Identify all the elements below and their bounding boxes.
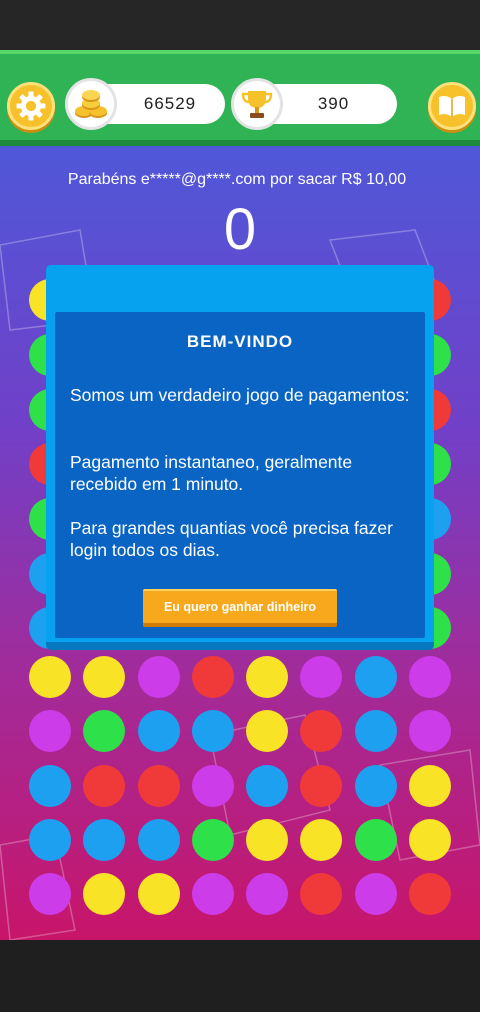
- status-bar: [0, 0, 480, 50]
- game-dot[interactable]: [300, 765, 342, 811]
- settings-gear-icon[interactable]: [7, 82, 55, 130]
- game-dot[interactable]: [29, 765, 71, 811]
- game-dot[interactable]: [83, 765, 125, 811]
- game-dot[interactable]: [83, 710, 125, 756]
- game-dot[interactable]: [300, 656, 342, 702]
- trophy-value: 390: [317, 94, 350, 113]
- game-dot[interactable]: [29, 873, 71, 919]
- game-dot[interactable]: [355, 873, 397, 919]
- game-dot[interactable]: [355, 819, 397, 865]
- game-dot[interactable]: [29, 819, 71, 865]
- game-dot[interactable]: [300, 710, 342, 756]
- dialog-paragraph: Pagamento instantaneo, geralmente recebi…: [70, 452, 353, 494]
- score: 0: [223, 197, 257, 262]
- game-dot[interactable]: [83, 873, 125, 919]
- game-dot[interactable]: [138, 873, 180, 919]
- game-dot[interactable]: [29, 656, 71, 702]
- game-dot[interactable]: [192, 710, 234, 756]
- navigation-bar: [0, 940, 480, 1012]
- book-icon[interactable]: [428, 82, 476, 130]
- earn-money-button[interactable]: Eu quero ganhar dinheiro: [143, 589, 337, 627]
- coins-value: 66529: [143, 94, 197, 113]
- game-dot[interactable]: [246, 765, 288, 811]
- trophy-icon: [231, 78, 283, 130]
- game-dot[interactable]: [192, 765, 234, 811]
- game-dot[interactable]: [138, 819, 180, 865]
- dialog-paragraph: Somos um verdadeiro jogo de pagamentos:: [70, 385, 410, 405]
- game-dot[interactable]: [83, 656, 125, 702]
- gear-icon: [16, 91, 46, 121]
- game-dot[interactable]: [246, 873, 288, 919]
- game-dot[interactable]: [300, 873, 342, 919]
- game-dot[interactable]: [192, 819, 234, 865]
- dialog-title: BEM-VINDO: [186, 332, 294, 351]
- game-dot[interactable]: [29, 710, 71, 756]
- coins-icon: [65, 78, 117, 130]
- game-dot[interactable]: [246, 656, 288, 702]
- dialog-paragraph: Para grandes quantias você precisa fazer…: [70, 518, 393, 560]
- game-dot[interactable]: [409, 819, 451, 865]
- game-dot[interactable]: [355, 765, 397, 811]
- welcome-dialog: BEM-VINDO Somos um verdadeiro jogo de pa…: [46, 265, 434, 650]
- game-dot[interactable]: [409, 656, 451, 702]
- game-dot[interactable]: [355, 710, 397, 756]
- game-dot[interactable]: [409, 765, 451, 811]
- game-dot[interactable]: [409, 873, 451, 919]
- game-screen: 66529 390 Parabéns e*****@g****.com por …: [0, 0, 480, 1012]
- game-dot[interactable]: [192, 873, 234, 919]
- game-dot[interactable]: [246, 710, 288, 756]
- open-book-icon: [439, 95, 465, 117]
- game-dot[interactable]: [192, 656, 234, 702]
- game-dot[interactable]: [138, 710, 180, 756]
- payout-message: Parabéns e*****@g****.com por sacar R$ 1…: [67, 171, 407, 188]
- game-dot[interactable]: [355, 656, 397, 702]
- game-dot[interactable]: [83, 819, 125, 865]
- game-dot[interactable]: [409, 710, 451, 756]
- game-dot[interactable]: [138, 765, 180, 811]
- game-dot[interactable]: [246, 819, 288, 865]
- game-dot[interactable]: [138, 656, 180, 702]
- top-bar: 66529 390: [0, 50, 480, 146]
- game-dot[interactable]: [300, 819, 342, 865]
